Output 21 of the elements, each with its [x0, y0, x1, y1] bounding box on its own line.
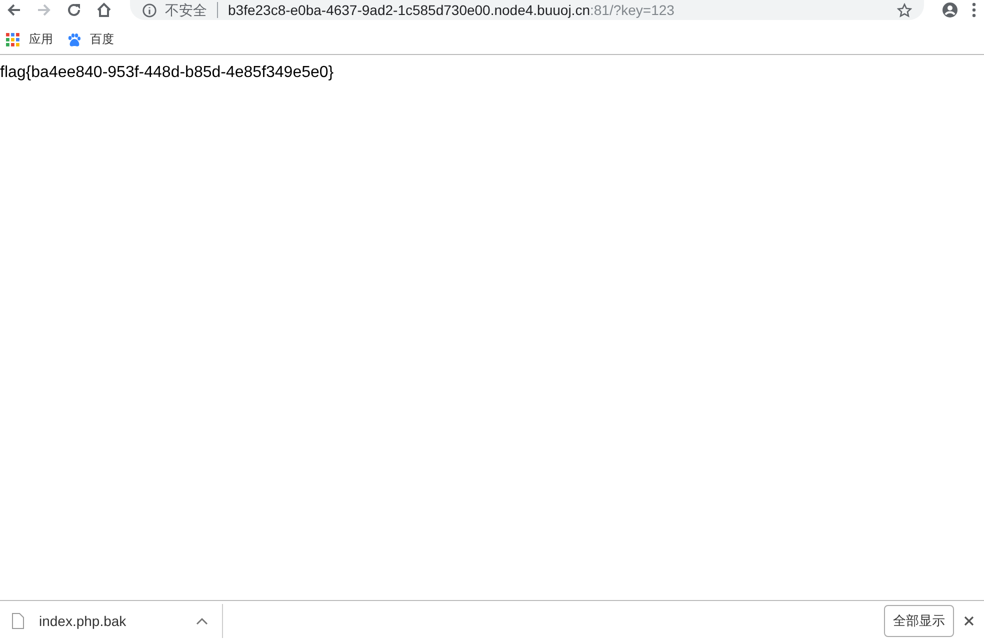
- menu-icon[interactable]: [972, 2, 976, 18]
- back-icon[interactable]: [6, 2, 22, 18]
- reload-icon[interactable]: [66, 2, 82, 18]
- file-icon: [12, 613, 24, 629]
- star-icon[interactable]: [897, 2, 912, 18]
- close-icon[interactable]: [964, 616, 974, 626]
- url-path: :81/?key=123: [590, 2, 674, 18]
- security-label: 不安全: [165, 2, 207, 18]
- caret-icon[interactable]: [196, 617, 208, 625]
- show-all-button[interactable]: 全部显示: [884, 605, 954, 637]
- page-text: flag{ba4ee840-953f-448d-b85d-4e85f349e5e0}: [0, 64, 334, 81]
- paw-icon: [67, 32, 81, 46]
- url-host: b3fe23c8-e0ba-4637-9ad2-1c585d730e00.node4.buuoj.cn: [228, 2, 590, 18]
- apps-grid-icon: [6, 32, 20, 46]
- home-icon[interactable]: [96, 2, 112, 18]
- account-icon[interactable]: [942, 2, 958, 18]
- download-filename[interactable]: index.php.bak: [39, 613, 126, 629]
- bookmark-item[interactable]: 应用: [6, 31, 53, 48]
- address-bar[interactable]: 不安全 b3fe23c8-e0ba-4637-9ad2-1c585d730e00.node4.buuoj.cn:81/?key=123: [130, 0, 924, 20]
- bookmark-item[interactable]: 百度: [67, 31, 114, 48]
- info-icon[interactable]: [142, 2, 157, 18]
